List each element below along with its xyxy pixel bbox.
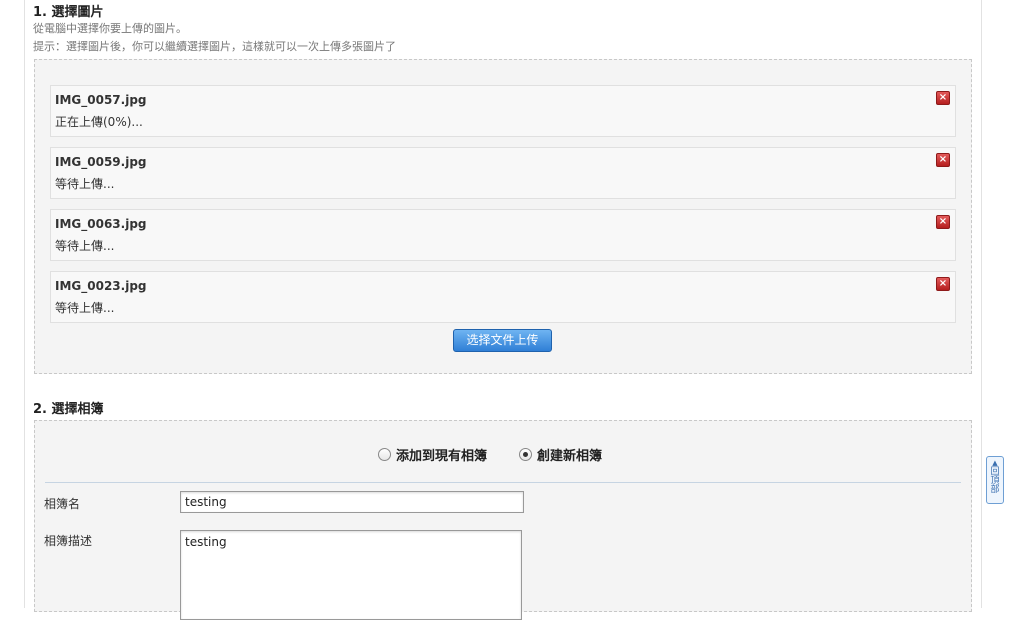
file-status: 正在上傳(0%)...	[55, 115, 143, 129]
album-desc-textarea[interactable]: testing	[180, 530, 522, 620]
select-files-button[interactable]: 选择文件上传	[453, 329, 552, 352]
file-name: IMG_0063.jpg	[55, 217, 147, 231]
back-to-top-label: 回頂部	[990, 467, 1000, 495]
radio-existing-label: 添加到現有相簿	[396, 449, 488, 464]
radio-icon[interactable]	[378, 448, 391, 461]
file-status: 等待上傳...	[55, 239, 115, 253]
divider	[45, 482, 961, 483]
radio-new-label: 創建新相簿	[537, 449, 603, 464]
step1-tip: 提示：選擇圖片後，你可以繼續選擇圖片，這樣就可以一次上傳多張圖片了	[33, 40, 396, 53]
file-item: IMG_0057.jpg 正在上傳(0%)... ×	[50, 85, 956, 137]
album-form: 添加到現有相簿 創建新相簿 相簿名 testing 相簿描述 testing	[34, 420, 972, 620]
radio-existing-album[interactable]: 添加到現有相簿	[378, 445, 487, 464]
step1-title: 1. 選擇圖片	[33, 5, 104, 20]
step1-hint: 從電腦中選擇你要上傳的圖片。	[33, 22, 187, 35]
album-desc-label: 相簿描述	[44, 534, 93, 548]
file-item: IMG_0023.jpg 等待上傳... ×	[50, 271, 956, 323]
file-name: IMG_0023.jpg	[55, 279, 147, 293]
file-item: IMG_0063.jpg 等待上傳... ×	[50, 209, 956, 261]
file-name: IMG_0057.jpg	[55, 93, 147, 107]
upload-queue: IMG_0057.jpg 正在上傳(0%)... × IMG_0059.jpg …	[34, 59, 972, 374]
file-name: IMG_0059.jpg	[55, 155, 147, 169]
remove-icon[interactable]: ×	[936, 277, 950, 291]
remove-icon[interactable]: ×	[936, 215, 950, 229]
radio-new-album[interactable]: 創建新相簿	[519, 445, 602, 464]
album-name-input[interactable]: testing	[180, 491, 524, 513]
file-status: 等待上傳...	[55, 301, 115, 315]
album-choice: 添加到現有相簿 創建新相簿	[35, 445, 971, 465]
radio-checked-icon[interactable]	[519, 448, 532, 461]
step2-title: 2. 選擇相簿	[33, 402, 104, 417]
remove-icon[interactable]: ×	[936, 153, 950, 167]
remove-icon[interactable]: ×	[936, 91, 950, 105]
file-status: 等待上傳...	[55, 177, 115, 191]
album-name-label: 相簿名	[44, 497, 81, 511]
file-item: IMG_0059.jpg 等待上傳... ×	[50, 147, 956, 199]
back-to-top-button[interactable]: ▲ 回頂部	[986, 456, 1004, 504]
